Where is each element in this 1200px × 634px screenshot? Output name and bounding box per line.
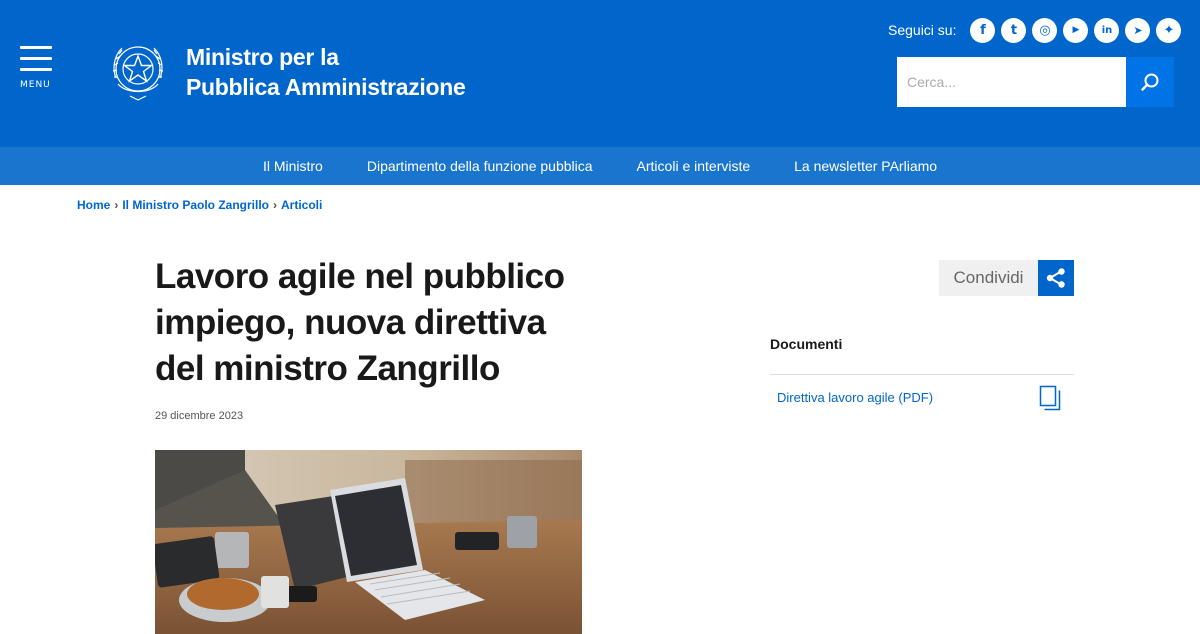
nav-item-dipartimento[interactable]: Dipartimento della funzione pubblica <box>367 158 593 174</box>
search-button[interactable] <box>1126 57 1174 107</box>
breadcrumb-articoli[interactable]: Articoli <box>281 198 322 212</box>
social-links: Seguici su: f t ◎ ▶ in ➤ ✦ <box>888 17 1187 43</box>
share-button[interactable] <box>1038 260 1074 296</box>
article-date: 29 dicembre 2023 <box>155 410 244 422</box>
youtube-icon[interactable]: ▶ <box>1063 17 1089 43</box>
breadcrumb: Home › Il Ministro Paolo Zangrillo › Art… <box>77 198 322 212</box>
nav-item-articoli[interactable]: Articoli e interviste <box>637 158 751 174</box>
twitter-icon[interactable]: t <box>1001 17 1027 43</box>
search-icon <box>1141 73 1159 91</box>
hamburger-bar <box>20 57 52 60</box>
hamburger-bar <box>20 68 52 71</box>
document-copy-icon[interactable] <box>1038 385 1062 413</box>
share-label[interactable]: Condividi <box>939 260 1038 296</box>
brand-line-1: Ministro per la <box>186 44 339 70</box>
linkedin-icon[interactable]: in <box>1094 17 1120 43</box>
menu-label: MENU <box>20 80 51 90</box>
document-link-direttiva[interactable]: Direttiva lavoro agile (PDF) <box>777 390 933 405</box>
breadcrumb-separator: › <box>273 198 278 212</box>
republic-emblem-icon[interactable] <box>108 38 168 104</box>
main-nav: Il Ministro Dipartimento della funzione … <box>0 147 1200 185</box>
site-header: MENU Ministro per la Pubblica Amministra… <box>0 0 1200 147</box>
hamburger-icon <box>20 46 52 49</box>
breadcrumb-home[interactable]: Home <box>77 198 110 212</box>
instagram-icon[interactable]: ◎ <box>1032 17 1058 43</box>
breadcrumb-separator: › <box>114 198 119 212</box>
search-input[interactable] <box>897 57 1126 107</box>
site-brand[interactable]: Ministro per la Pubblica Amministrazione <box>186 42 466 102</box>
other-social-icon[interactable]: ✦ <box>1156 17 1182 43</box>
share-widget: Condividi <box>939 260 1074 296</box>
facebook-icon[interactable]: f <box>970 17 996 43</box>
telegram-icon[interactable]: ➤ <box>1125 17 1151 43</box>
article-image <box>155 450 582 634</box>
documents-divider <box>770 374 1074 375</box>
social-label: Seguici su: <box>888 22 957 38</box>
nav-item-il-ministro[interactable]: Il Ministro <box>263 158 323 174</box>
menu-button[interactable]: MENU <box>20 46 52 92</box>
share-icon <box>1046 268 1065 288</box>
documents-title: Documenti <box>770 336 843 352</box>
page-title: Lavoro agile nel pubblico impiego, nuova… <box>155 257 565 388</box>
breadcrumb-il-ministro[interactable]: Il Ministro Paolo Zangrillo <box>122 198 269 212</box>
brand-line-2: Pubblica Amministrazione <box>186 74 466 100</box>
search-bar <box>897 57 1174 107</box>
nav-item-newsletter[interactable]: La newsletter PArliamo <box>794 158 937 174</box>
article-photo-illustration <box>155 450 582 634</box>
